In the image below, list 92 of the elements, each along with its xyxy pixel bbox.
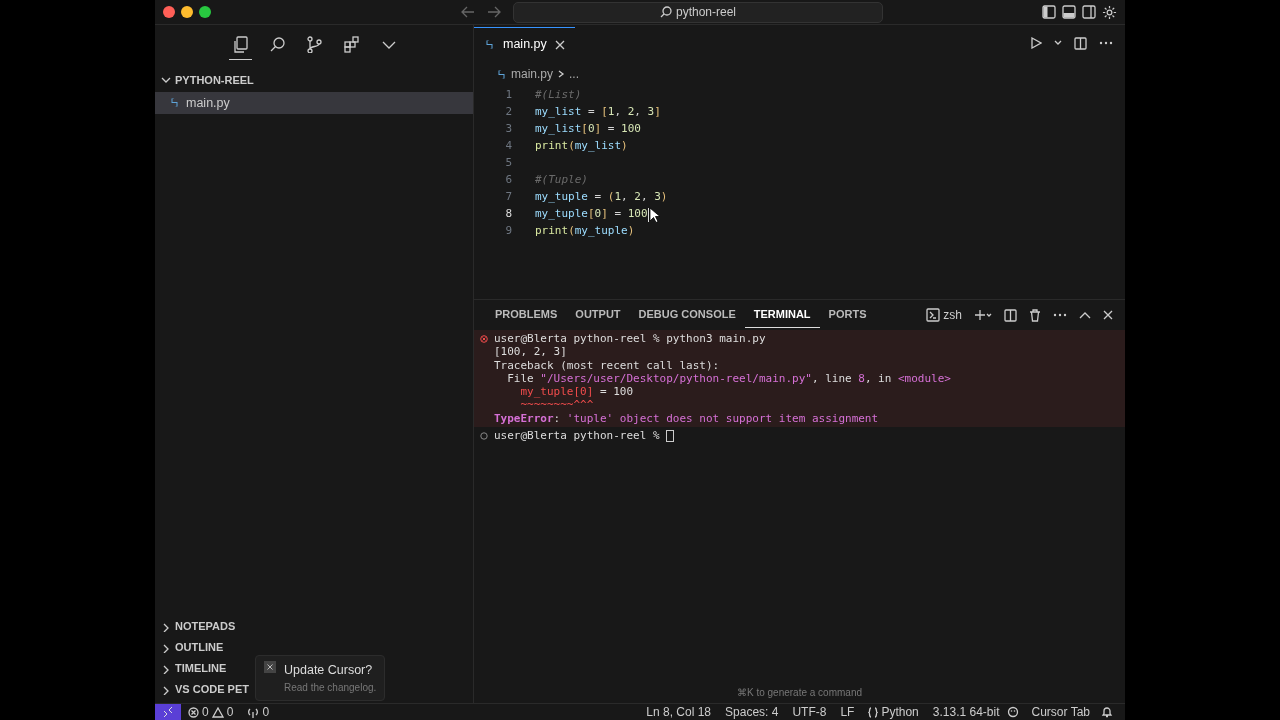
source-control-icon [305, 36, 323, 54]
mouse-pointer-icon [648, 206, 661, 223]
position-status[interactable]: Ln 8, Col 18 [639, 703, 719, 720]
file-item[interactable]: main.py [155, 91, 473, 115]
run-icon[interactable] [1030, 37, 1042, 49]
terminal-line: user@Blerta python-reel % [494, 429, 661, 443]
code-line: #(Tuple) [535, 172, 588, 189]
line-number: 8 [504, 206, 513, 223]
breadcrumb-item[interactable]: main.py [511, 65, 554, 83]
ports-status[interactable]: 0 [240, 703, 277, 720]
panel-tab[interactable]: DEBUG CONSOLE [629, 302, 745, 328]
window-title: python-reel [675, 4, 736, 21]
panel-tab[interactable]: OUTPUT [566, 302, 630, 328]
split-editor-icon[interactable] [1074, 36, 1087, 50]
line-number: 2 [504, 104, 513, 121]
code-line: #(List) [535, 87, 582, 104]
terminal-output-line: TypeError: 'tuple' object does not support item assignment [493, 411, 880, 426]
settings-icon[interactable] [1102, 4, 1117, 20]
terminal-output-line: File "/Users/user/Desktop/python-reel/main.py", line 8, in <module> [506, 371, 952, 386]
forward-arrow-icon[interactable] [487, 6, 501, 18]
text-cursor [647, 207, 649, 222]
plus-icon[interactable] [974, 309, 992, 321]
command-hint: ⌘K to generate a command [735, 686, 864, 700]
line-number: 4 [504, 138, 513, 155]
chevron-right-icon [557, 69, 566, 79]
search-icon [268, 36, 286, 54]
code-line: print(my_tuple) [535, 223, 635, 240]
close-icon[interactable] [554, 39, 565, 50]
line-number: 7 [504, 189, 513, 206]
remote-button[interactable] [155, 703, 181, 720]
terminal-output-line: my_tuple[0] = 100 [519, 385, 635, 399]
breadcrumb-item[interactable]: ... [569, 65, 580, 83]
error-icon [188, 706, 199, 718]
indent-status[interactable]: Spaces: 4 [718, 703, 786, 720]
chevron-up-icon[interactable] [1079, 311, 1091, 319]
terminal-output-line: Traceback (most recent call last): [493, 358, 721, 372]
notification-link[interactable]: Read the changelog. [284, 680, 377, 695]
section-header[interactable]: NOTEPADS [155, 616, 473, 637]
files-icon [231, 36, 249, 54]
minimize-window-button[interactable] [181, 6, 193, 18]
split-terminal-icon[interactable] [1004, 308, 1017, 322]
panel-tab[interactable]: PORTS [819, 302, 876, 328]
antenna-icon [247, 706, 260, 718]
bell-icon[interactable] [1101, 706, 1113, 718]
chevron-right-icon [161, 642, 171, 653]
code-line: my_list[0] = 100 [535, 121, 641, 138]
eol-status[interactable]: LF [833, 703, 862, 720]
code-line: my_list = [1, 2, 3] [535, 104, 661, 121]
remote-icon [163, 707, 173, 717]
terminal-line: user@Blerta python-reel % python3 main.py [494, 332, 766, 346]
feedback-icon[interactable] [1006, 706, 1019, 718]
command-center-search-field[interactable]: python-reel [513, 1, 883, 23]
zoom-window-button[interactable] [199, 6, 211, 18]
panel-tab[interactable]: TERMINAL [744, 302, 820, 328]
toggle-panel-icon[interactable] [1062, 5, 1076, 19]
line-number: 1 [504, 87, 513, 104]
braces-icon [868, 706, 879, 718]
terminal-output-line: [100, 2, 3] [493, 345, 568, 359]
terminal-output-line: ~~~~~~~~^^^ [519, 398, 595, 412]
toggle-sidebar-icon[interactable] [1042, 5, 1056, 19]
chevron-right-icon [161, 684, 171, 695]
interpreter-status[interactable]: 3.13.1 64-bit [925, 703, 1007, 720]
caret-down-icon[interactable] [1054, 39, 1062, 47]
explorer-header[interactable]: PYTHON-REEL [155, 69, 473, 92]
terminal-icon[interactable] [926, 308, 941, 322]
shell-name[interactable]: zsh [943, 306, 962, 324]
close-icon[interactable] [1103, 310, 1113, 320]
code-line: my_tuple = (1, 2, 3) [535, 189, 668, 206]
language-status[interactable]: Python [861, 703, 926, 720]
code-line: my_tuple[0] = 100 [535, 206, 648, 223]
code-line: print(my_list) [535, 138, 628, 155]
line-number: 5 [504, 155, 513, 172]
back-arrow-icon[interactable] [461, 6, 475, 18]
close-window-button[interactable] [163, 6, 175, 18]
split-layout-icon[interactable] [1082, 5, 1096, 19]
more-icon[interactable] [1099, 41, 1113, 45]
trash-icon[interactable] [1029, 308, 1041, 322]
warning-icon [211, 706, 224, 718]
search-icon [659, 6, 672, 18]
problems-status[interactable]: 0 0 [181, 703, 241, 720]
chevron-right-icon [161, 663, 171, 674]
extensions-icon [342, 36, 360, 54]
line-number: 9 [504, 223, 513, 240]
encoding-status[interactable]: UTF-8 [785, 703, 834, 720]
chevron-right-icon [161, 621, 171, 632]
more-icon[interactable] [1053, 313, 1067, 317]
panel-tab[interactable]: PROBLEMS [486, 302, 567, 328]
line-number: 3 [504, 121, 513, 138]
cursor-tab-status[interactable]: Cursor Tab [1024, 703, 1097, 720]
line-number: 6 [504, 172, 513, 189]
terminal-cursor [666, 429, 675, 442]
notification-title: Update Cursor? [284, 662, 374, 680]
